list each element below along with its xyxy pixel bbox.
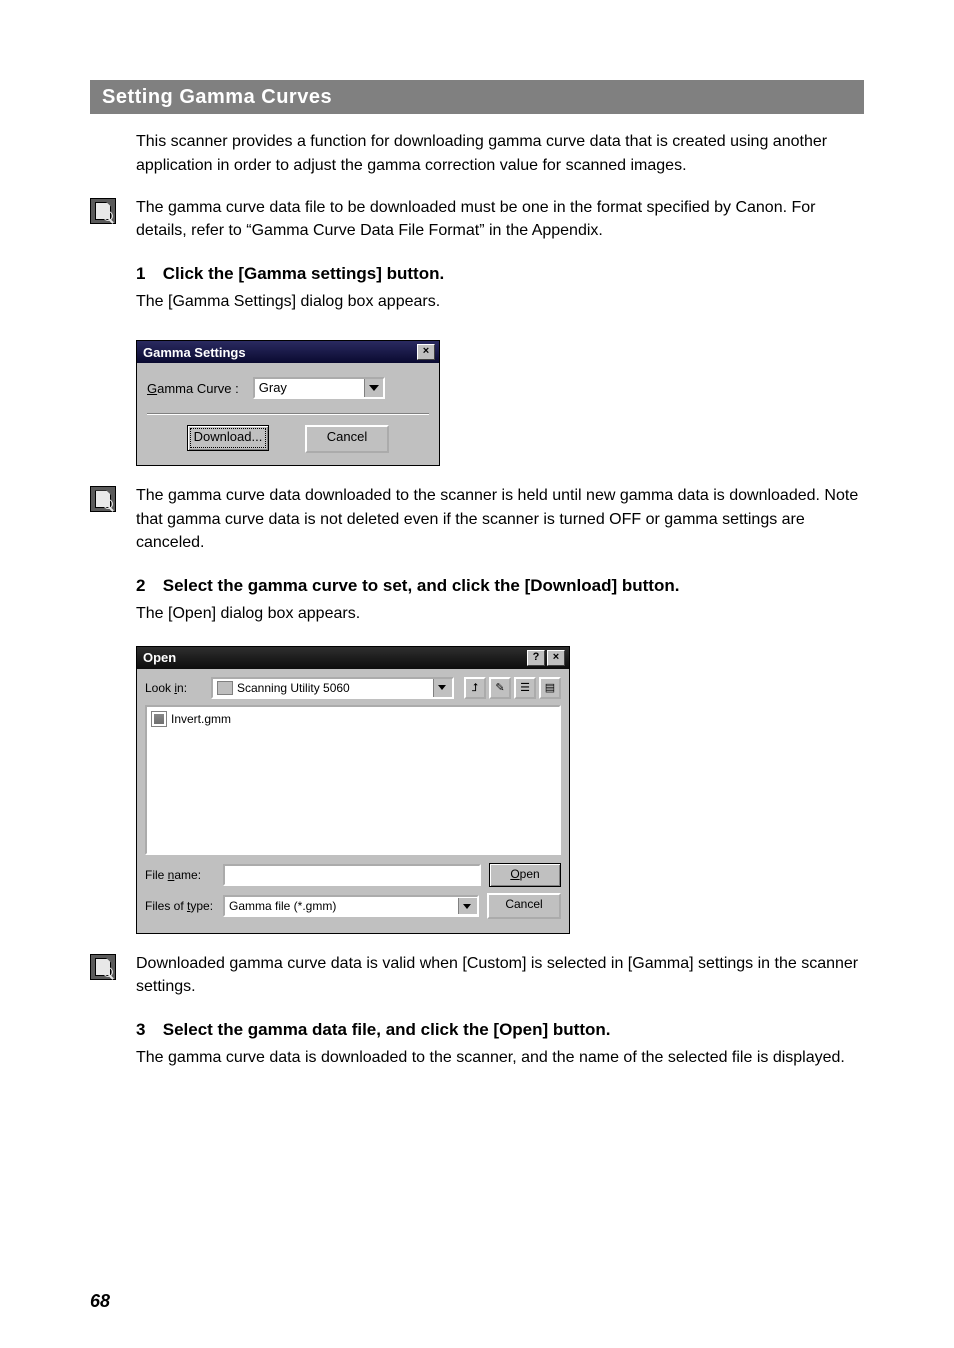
chevron-down-icon[interactable] <box>364 379 383 397</box>
lookin-label: Look in: <box>145 681 205 695</box>
filetype-label: Files of type: <box>145 899 215 913</box>
open-dialog: Open ? × Look in: Scanning Utility 5060 … <box>136 646 570 934</box>
note-text: Downloaded gamma curve data is valid whe… <box>136 952 864 998</box>
step-title: Select the gamma data file, and click th… <box>163 1020 611 1039</box>
step-description: The gamma curve data is downloaded to th… <box>136 1046 864 1070</box>
step-number: 2 <box>136 576 158 596</box>
dialog-title: Open <box>143 650 176 665</box>
gamma-curve-label: Gamma Curve : <box>147 381 239 396</box>
file-name: Invert.gmm <box>171 712 231 726</box>
cancel-button[interactable]: Cancel <box>487 893 561 919</box>
step-heading: 2 Select the gamma curve to set, and cli… <box>136 576 864 596</box>
gamma-curve-combo[interactable]: Gray <box>253 377 385 399</box>
open-button[interactable]: Open <box>489 863 561 887</box>
file-icon <box>151 711 167 727</box>
filename-input[interactable] <box>223 864 481 886</box>
help-icon[interactable]: ? <box>527 650 545 666</box>
close-icon[interactable]: × <box>547 650 565 666</box>
filetype-value: Gamma file (*.gmm) <box>229 899 458 913</box>
page-number: 68 <box>90 1291 110 1312</box>
note-icon <box>90 198 116 224</box>
step-description: The [Gamma Settings] dialog box appears. <box>136 290 864 314</box>
cancel-button[interactable]: Cancel <box>305 425 389 453</box>
gamma-settings-dialog: Gamma Settings × Gamma Curve : Gray Down… <box>136 340 440 466</box>
note-icon <box>90 486 116 512</box>
details-view-button[interactable]: ▤ <box>539 677 561 699</box>
filename-label: File name: <box>145 868 215 882</box>
step-number: 3 <box>136 1020 158 1040</box>
close-icon[interactable]: × <box>417 344 435 360</box>
note-text: The gamma curve data downloaded to the s… <box>136 484 864 554</box>
up-one-level-button[interactable]: ⮥ <box>464 677 486 699</box>
dialog-titlebar: Gamma Settings × <box>137 341 439 363</box>
step-description: The [Open] dialog box appears. <box>136 602 864 626</box>
dialog-titlebar: Open ? × <box>137 647 569 669</box>
intro-paragraph: This scanner provides a function for dow… <box>136 130 864 178</box>
step-title: Click the [Gamma settings] button. <box>163 264 444 283</box>
separator <box>147 413 429 415</box>
lookin-combo[interactable]: Scanning Utility 5060 <box>211 677 454 699</box>
filetype-combo[interactable]: Gamma file (*.gmm) <box>223 895 479 917</box>
new-folder-button[interactable]: ✎ <box>489 677 511 699</box>
folder-icon <box>217 681 233 695</box>
gamma-curve-value: Gray <box>255 379 364 397</box>
step-heading: 1 Click the [Gamma settings] button. <box>136 264 864 284</box>
note-icon <box>90 954 116 980</box>
step-title: Select the gamma curve to set, and click… <box>163 576 680 595</box>
list-view-button[interactable]: ☰ <box>514 677 536 699</box>
note-text: The gamma curve data file to be download… <box>136 196 864 242</box>
step-number: 1 <box>136 264 158 284</box>
lookin-value: Scanning Utility 5060 <box>237 681 429 695</box>
file-list[interactable]: Invert.gmm <box>145 705 561 855</box>
step-heading: 3 Select the gamma data file, and click … <box>136 1020 864 1040</box>
section-title: Setting Gamma Curves <box>90 80 864 114</box>
download-button[interactable]: Download... <box>187 425 269 451</box>
dialog-title: Gamma Settings <box>143 345 246 360</box>
section-header: Setting Gamma Curves <box>90 80 864 114</box>
chevron-down-icon[interactable] <box>458 898 477 914</box>
list-item[interactable]: Invert.gmm <box>151 711 555 727</box>
chevron-down-icon[interactable] <box>433 679 452 697</box>
